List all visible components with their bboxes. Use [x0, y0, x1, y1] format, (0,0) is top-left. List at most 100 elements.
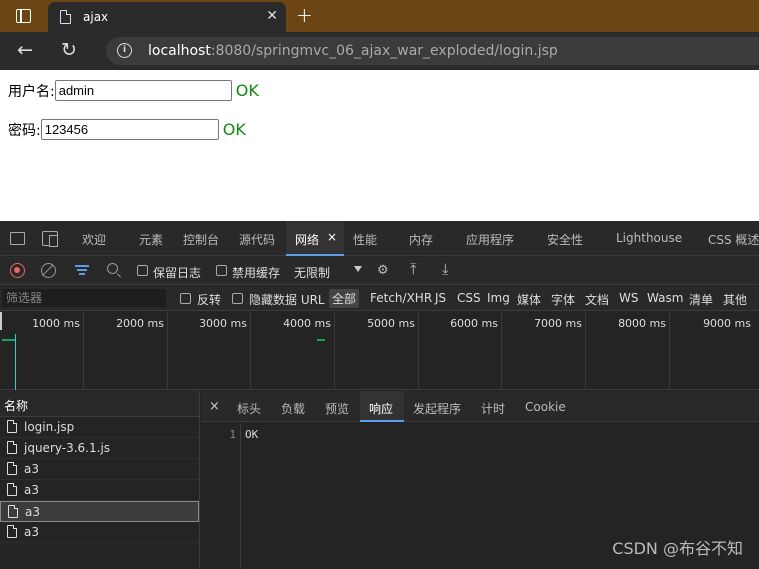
tab-preview[interactable]: 预览 — [325, 400, 349, 417]
request-name: a3 — [24, 462, 39, 476]
search-icon[interactable] — [107, 263, 118, 274]
tick-label: 5000 ms — [367, 317, 415, 330]
reload-icon[interactable]: ↻ — [61, 39, 77, 61]
tab-lighthouse[interactable]: Lighthouse — [616, 231, 682, 245]
import-har-icon[interactable]: ⤒ — [410, 260, 417, 278]
name-column-header[interactable]: 名称 — [0, 391, 199, 417]
network-conditions-icon[interactable]: ⚙ — [377, 263, 389, 278]
close-icon[interactable]: × — [209, 399, 220, 414]
filter-icon[interactable] — [75, 264, 89, 276]
filter-type-manifest[interactable]: 清单 — [689, 291, 713, 308]
disable-cache-label: 禁用缓存 — [232, 266, 281, 280]
list-item[interactable]: a3 — [0, 522, 199, 543]
request-bar — [317, 339, 325, 341]
filter-type-all[interactable]: 全部 — [329, 289, 360, 308]
tab-elements[interactable]: 元素 — [139, 231, 163, 248]
response-body[interactable]: OK — [245, 428, 258, 441]
tab-application[interactable]: 应用程序 — [466, 231, 514, 248]
filter-type-css[interactable]: CSS — [457, 291, 481, 305]
password-input[interactable] — [40, 119, 219, 140]
file-icon — [7, 483, 17, 496]
password-row: 密码: OK — [8, 119, 246, 140]
devtools-tabbar: 欢迎 元素 控制台 源代码 网络 × 性能 内存 应用程序 安全性 Lighth… — [0, 221, 759, 256]
new-tab-button[interactable]: + — [296, 3, 313, 27]
tick-label: 4000 ms — [283, 317, 331, 330]
filter-type-font[interactable]: 字体 — [551, 291, 575, 308]
tab-network-close-icon[interactable]: × — [327, 230, 337, 244]
tab-title: ajax — [83, 10, 109, 24]
list-item[interactable]: a3 — [0, 459, 199, 480]
tick-label: 7000 ms — [534, 317, 582, 330]
tab-timing[interactable]: 计时 — [481, 400, 505, 417]
record-icon[interactable] — [10, 263, 25, 278]
filter-input[interactable] — [2, 289, 166, 307]
request-bar — [2, 339, 15, 341]
tab-response[interactable]: 响应 — [369, 400, 393, 417]
inspect-element-icon[interactable] — [10, 232, 25, 245]
tab-cookies[interactable]: Cookie — [525, 400, 566, 414]
filter-type-img[interactable]: Img — [487, 291, 510, 305]
list-item[interactable]: a3 — [0, 480, 199, 501]
file-icon — [7, 462, 17, 475]
tab-initiator[interactable]: 发起程序 — [413, 400, 461, 417]
throttling-select[interactable]: 无限制 — [290, 262, 364, 280]
username-input[interactable] — [54, 80, 232, 101]
file-icon — [7, 420, 17, 433]
tab-security[interactable]: 安全性 — [547, 231, 583, 248]
tick-label: 6000 ms — [450, 317, 498, 330]
request-name: login.jsp — [24, 420, 75, 434]
list-item[interactable]: jquery-3.6.1.js — [0, 438, 199, 459]
username-row: 用户名: OK — [8, 80, 259, 101]
list-item[interactable]: a3 — [0, 501, 199, 522]
file-icon — [7, 441, 17, 454]
hide-data-urls-label: 隐藏数据 URL — [249, 293, 325, 307]
tab-close-icon[interactable]: ✕ — [266, 8, 278, 24]
filter-type-ws[interactable]: WS — [619, 291, 638, 305]
url-host: localhost — [148, 43, 211, 59]
browser-tab[interactable]: ajax ✕ — [48, 2, 286, 32]
tab-payload[interactable]: 负载 — [281, 400, 305, 417]
tab-performance[interactable]: 性能 — [353, 231, 377, 248]
filter-type-js[interactable]: JS — [435, 291, 446, 305]
filter-type-media[interactable]: 媒体 — [517, 291, 541, 308]
url-path: :8080/springmvc_06_ajax_war_exploded/log… — [210, 43, 558, 59]
disable-cache-checkbox[interactable] — [216, 265, 227, 276]
network-toolbar: 保留日志 禁用缓存 无限制 ⚙ ⤒ ⤓ — [0, 257, 759, 285]
tab-memory[interactable]: 内存 — [409, 231, 433, 248]
tab-css-overview[interactable]: CSS 概述 — [708, 231, 759, 248]
hide-data-urls-checkbox[interactable] — [232, 293, 243, 304]
password-status: OK — [222, 120, 246, 139]
filter-bar: 反转 隐藏数据 URL 全部 Fetch/XHR JS CSS Img 媒体 字… — [0, 286, 759, 311]
tab-console[interactable]: 控制台 — [183, 231, 219, 248]
window-menu-icon[interactable] — [16, 9, 31, 23]
page-content: 用户名: OK 密码: OK — [0, 70, 759, 221]
tick-label: 1000 ms — [32, 317, 80, 330]
back-arrow-icon[interactable]: ← — [17, 39, 33, 61]
tab-welcome[interactable]: 欢迎 — [82, 231, 106, 248]
filter-type-fetch[interactable]: Fetch/XHR — [370, 291, 432, 305]
tab-sources[interactable]: 源代码 — [239, 231, 275, 248]
line-number: 1 — [229, 428, 236, 441]
tab-network[interactable]: 网络 — [295, 231, 319, 248]
url-input[interactable]: i localhost:8080/springmvc_06_ajax_war_e… — [106, 37, 759, 65]
filter-type-other[interactable]: 其他 — [723, 291, 747, 308]
site-info-icon[interactable]: i — [117, 43, 132, 58]
preserve-log-checkbox[interactable] — [137, 265, 148, 276]
export-har-icon[interactable]: ⤓ — [442, 260, 449, 278]
tab-headers[interactable]: 标头 — [237, 400, 261, 417]
chevron-down-icon — [354, 266, 362, 272]
filter-type-wasm[interactable]: Wasm — [647, 291, 683, 305]
request-name: jquery-3.6.1.js — [24, 441, 111, 455]
watermark: CSDN @布谷不知 — [612, 539, 743, 558]
filter-type-doc[interactable]: 文档 — [585, 291, 609, 308]
line-number-gutter: 1 — [201, 423, 241, 569]
device-toolbar-icon[interactable] — [42, 231, 58, 247]
request-name: a3 — [24, 525, 39, 539]
network-overview[interactable]: 1000 ms 2000 ms 3000 ms 4000 ms 5000 ms … — [0, 312, 759, 390]
page-icon — [60, 10, 71, 24]
clear-icon[interactable] — [41, 263, 56, 278]
invert-checkbox[interactable] — [180, 293, 191, 304]
browser-titlebar: ajax ✕ + — [0, 0, 759, 32]
tick-label: 2000 ms — [116, 317, 164, 330]
list-item[interactable]: login.jsp — [0, 417, 199, 438]
